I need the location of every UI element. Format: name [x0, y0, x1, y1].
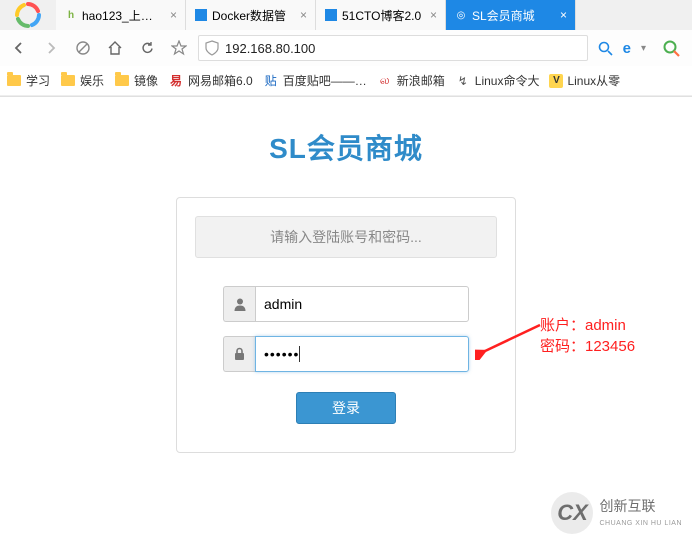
stop-circle-icon [76, 41, 90, 55]
login-button[interactable]: 登录 [296, 392, 396, 424]
swirl-logo-icon [14, 1, 42, 29]
text-cursor [299, 346, 300, 362]
bookmark-linux-cmd[interactable]: ↯Linux命令大 [455, 72, 540, 89]
mail-icon: 易 [168, 73, 184, 89]
url-text: 192.168.80.100 [225, 41, 581, 56]
bookmark-tieba[interactable]: 贴百度贴吧——… [263, 72, 367, 89]
chevron-left-icon [11, 40, 27, 56]
star-icon [171, 40, 187, 56]
stop-button[interactable] [70, 35, 96, 61]
bookmark-label: 娱乐 [80, 72, 104, 89]
shield-icon [205, 40, 219, 56]
browser-chrome: h hao123_上网从 × Docker数据管 × 51CTO博客2.0 × … [0, 0, 692, 97]
bookmark-label: 学习 [26, 72, 50, 89]
login-header: 请输入登陆账号和密码... [195, 216, 497, 258]
watermark: CX 创新互联 CHUANG XIN HU LIAN [551, 492, 682, 534]
tab-bar: h hao123_上网从 × Docker数据管 × 51CTO博客2.0 × … [0, 0, 692, 30]
username-row: admin [223, 286, 469, 322]
bookmark-label: 网易邮箱6.0 [188, 72, 253, 89]
close-icon[interactable]: × [300, 8, 307, 22]
password-input[interactable]: •••••• [255, 336, 469, 372]
url-input[interactable]: 192.168.80.100 [198, 35, 588, 61]
search-icon[interactable] [598, 41, 613, 56]
chevron-down-icon[interactable]: ▾ [641, 43, 646, 54]
favorite-button[interactable] [166, 35, 192, 61]
watermark-text: 创新互联 CHUANG XIN HU LIAN [599, 499, 682, 527]
linux-v-icon: V [549, 74, 563, 88]
page-title: SL会员商城 [269, 127, 423, 167]
tab-title: Docker数据管 [212, 7, 294, 24]
watermark-cn: 创新互联 [599, 499, 682, 513]
tab-51cto[interactable]: 51CTO博客2.0 × [316, 0, 446, 30]
tab-title: hao123_上网从 [82, 7, 164, 24]
refresh-icon [140, 41, 155, 56]
search-engine-icon[interactable] [656, 39, 686, 57]
input-value: •••••• [264, 346, 299, 362]
tab-title: SL会员商城 [472, 7, 554, 24]
favicon-sl: ◎ [454, 8, 468, 22]
annotation-text: 账户：admin 密码：123456 [540, 315, 635, 357]
favicon-docker [194, 8, 208, 22]
bookmark-label: Linux命令大 [475, 72, 540, 89]
bookmark-label: 百度贴吧——… [283, 72, 367, 89]
tab-hao123[interactable]: h hao123_上网从 × [56, 0, 186, 30]
tab-docker[interactable]: Docker数据管 × [186, 0, 316, 30]
bookmark-label: 新浪邮箱 [397, 72, 445, 89]
home-icon [107, 40, 123, 56]
browser-logo[interactable] [0, 0, 56, 30]
lock-icon [223, 336, 255, 372]
user-icon [223, 286, 255, 322]
address-right-icons: e ▾ [594, 40, 650, 57]
baidu-icon: 贴 [263, 73, 279, 89]
annotation-arrow [475, 320, 545, 360]
bookmark-mirror[interactable]: 镜像 [114, 72, 158, 89]
tab-title: 51CTO博客2.0 [342, 7, 424, 24]
bookmarks-bar: 学习 娱乐 镜像 易网易邮箱6.0 贴百度贴吧——… ல新浪邮箱 ↯Linux命… [0, 66, 692, 96]
linux-icon: ↯ [455, 73, 471, 89]
bookmark-study[interactable]: 学习 [6, 72, 50, 89]
address-bar: 192.168.80.100 e ▾ [0, 30, 692, 66]
bookmark-entertainment[interactable]: 娱乐 [60, 72, 104, 89]
bookmark-linux-zero[interactable]: V Linux从零 [549, 72, 620, 89]
annotation-line2: 密码：123456 [540, 336, 635, 357]
login-card: 请输入登陆账号和密码... admin •••••• 登录 [176, 197, 516, 453]
favicon-hao123: h [64, 8, 78, 22]
username-input[interactable]: admin [255, 286, 469, 322]
sina-icon: ல [377, 73, 393, 89]
watermark-logo: CX [551, 492, 593, 534]
folder-icon [60, 73, 76, 89]
ie-mode-icon[interactable]: e [623, 40, 631, 57]
forward-button[interactable] [38, 35, 64, 61]
close-icon[interactable]: × [170, 8, 177, 22]
chevron-right-icon [43, 40, 59, 56]
back-button[interactable] [6, 35, 32, 61]
page-content: SL会员商城 请输入登陆账号和密码... admin •••••• 登录 [0, 97, 692, 453]
close-icon[interactable]: × [560, 8, 567, 22]
folder-icon [6, 73, 22, 89]
bookmark-label: Linux从零 [567, 72, 620, 89]
bookmark-163mail[interactable]: 易网易邮箱6.0 [168, 72, 253, 89]
tab-sl-mall[interactable]: ◎ SL会员商城 × [446, 0, 576, 30]
watermark-en: CHUANG XIN HU LIAN [599, 520, 682, 527]
password-row: •••••• [223, 336, 469, 372]
refresh-button[interactable] [134, 35, 160, 61]
bookmark-sina[interactable]: ல新浪邮箱 [377, 72, 445, 89]
close-icon[interactable]: × [430, 8, 437, 22]
favicon-51cto [324, 8, 338, 22]
bookmark-label: 镜像 [134, 72, 158, 89]
home-button[interactable] [102, 35, 128, 61]
annotation-line1: 账户：admin [540, 315, 635, 336]
folder-icon [114, 73, 130, 89]
input-value: admin [264, 296, 302, 312]
